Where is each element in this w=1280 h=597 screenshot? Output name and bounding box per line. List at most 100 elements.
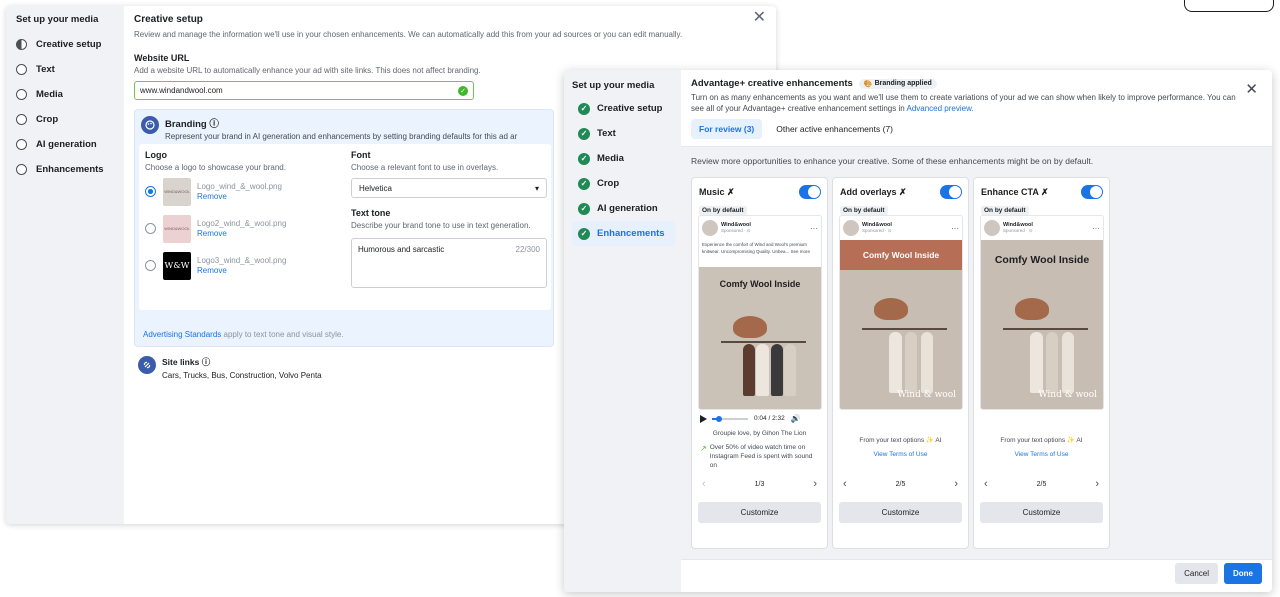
page-indicator: 2/5 [895,480,906,488]
site-links-section: Site links ⓘ Cars, Trucks, Bus, Construc… [138,356,322,380]
progress-slider[interactable] [712,415,748,422]
done-button[interactable]: Done [1224,563,1262,584]
garment [888,331,902,393]
sidebar-item-ai-generation[interactable]: ✓ AI generation [572,196,675,221]
hat-image [733,315,768,338]
playback-time: 0:04 / 2:32 [754,415,785,422]
sparkline-icon: ↗ [700,444,707,453]
site-links-title: Site links [162,357,200,367]
ad-headline: Comfy Wool Inside [719,279,801,289]
sidebar-item-creative-setup[interactable]: Creative setup [16,32,124,57]
site-links-value: Cars, Trucks, Bus, Construction, Volvo P… [162,371,322,380]
info-icon[interactable]: ⓘ [209,119,219,130]
volume-icon[interactable]: 🔊 [791,414,801,423]
chevron-right-icon[interactable]: › [813,478,817,490]
ad-preview: Wind&wool Sponsored · ⊙ ··· Experience th… [698,215,822,410]
enhancement-cards-area: Review more opportunities to enhance you… [681,146,1272,560]
sidebar-item-text[interactable]: ✓ Text [572,121,675,146]
logo-filename: Logo2_wind_&_wool.png [197,219,287,228]
logo-thumbnail: W&W [163,251,191,280]
logo-option[interactable]: WIND&WOOL Logo2_wind_&_wool.png Remove [145,211,286,246]
add-overlays-toggle[interactable] [940,185,962,199]
logo-radio[interactable] [145,260,156,271]
font-select[interactable]: Helvetica ▾ [351,178,547,198]
circle-icon [16,64,27,75]
sidebar-item-label: Text [36,64,55,75]
garment [770,344,783,396]
info-icon[interactable]: ⓘ [202,357,211,367]
font-hint: Choose a relevant font to use in overlay… [351,163,499,172]
advertiser-name: Wind&wool [1003,221,1033,228]
sound-stat-text: Over 50% of video watch time on Instagra… [709,444,813,470]
sidebar-item-label: Crop [597,178,620,189]
text-tone-input[interactable]: Humorous and sarcastic 22/300 [351,238,547,288]
song-credit: Groupie love, by Gihon The Lion [712,430,807,437]
chevron-left-icon[interactable]: ‹ [984,478,988,490]
logo-option[interactable]: WIND&WOOL Logo_wind_&_wool.png Remove [145,174,286,209]
music-card: Music ✗ On by default Wind&wool Sponsored… [691,177,828,549]
close-icon[interactable]: ✕ [753,10,766,26]
dropdown-arrow-icon: ▾ [534,183,539,193]
tab-for-review[interactable]: For review (3) [691,119,763,140]
customize-button[interactable]: Customize [839,502,962,523]
advanced-preview-link[interactable]: Advanced preview. [906,104,973,113]
variation-pager: ‹ 2/5 › [843,478,958,490]
font-section: Font Choose a relevant font to use in ov… [351,150,547,288]
website-url-input[interactable]: www.windandwool.com ✓ [134,81,474,100]
text-options-note: From your text options ✨ AI [859,437,942,444]
chevron-left-icon[interactable]: ‹ [843,478,847,490]
play-icon[interactable] [700,414,707,423]
logo-option[interactable]: W&W Logo3_wind_&_wool.png Remove [145,248,286,283]
more-icon[interactable]: ··· [810,224,818,233]
sound-stat: ↗ Over 50% of video watch time on Instag… [700,443,820,470]
tab-other-active-enhancements[interactable]: Other active enhancements (7) [768,119,901,139]
sponsored-label: Sponsored · ⊙ [1003,228,1033,234]
remove-logo-link[interactable]: Remove [197,266,286,275]
sidebar-item-crop[interactable]: ✓ Crop [572,171,675,196]
sidebar-item-crop[interactable]: Crop [16,107,124,132]
circle-icon [16,139,27,150]
advertiser-name: Wind&wool [862,221,892,228]
close-icon[interactable]: ✕ [1245,80,1258,98]
chevron-left-icon[interactable]: ‹ [702,478,706,490]
clothing-rail [720,341,807,344]
sidebar-item-label: Media [36,89,63,100]
logo-section: Logo Choose a logo to showcase your bran… [145,150,286,283]
view-terms-link[interactable]: View Terms of Use [974,451,1109,458]
logo-radio[interactable] [145,223,156,234]
remove-logo-link[interactable]: Remove [197,192,282,201]
branding-description: Represent your brand in AI generation an… [165,132,518,141]
logo-radio-selected[interactable] [145,186,156,197]
more-icon[interactable]: ··· [1092,224,1100,233]
garment [784,344,797,396]
sidebar-item-creative-setup[interactable]: ✓ Creative setup [572,96,675,121]
logo-thumbnail: WIND&WOOL [163,214,191,243]
chevron-right-icon[interactable]: › [1095,478,1099,490]
sidebar-item-enhancements[interactable]: Enhancements [16,157,124,182]
enhance-cta-toggle[interactable] [1081,185,1103,199]
sidebar-item-ai-generation[interactable]: AI generation [16,132,124,157]
garment [756,344,770,396]
music-toggle[interactable] [799,185,821,199]
advertising-standards-link[interactable]: Advertising Standards [143,330,221,339]
customize-button[interactable]: Customize [698,502,821,523]
customize-button[interactable]: Customize [980,502,1103,523]
add-overlays-card: Add overlays ✗ On by default Wind&wool Sp… [832,177,969,549]
more-icon[interactable]: ··· [951,224,959,233]
branding-footer-text: apply to text tone and visual style. [221,330,344,339]
sidebar-item-text[interactable]: Text [16,57,124,82]
remove-logo-link[interactable]: Remove [197,229,286,238]
sidebar-item-label: Crop [36,114,59,125]
sidebar-title: Set up your media [572,80,655,91]
sidebar-item-media[interactable]: ✓ Media [572,146,675,171]
front-sidebar: Set up your media ✓ Creative setup ✓ Text … [564,70,681,592]
view-terms-link[interactable]: View Terms of Use [833,451,968,458]
link-icon [138,356,156,374]
ad-preview: Wind&wool Sponsored · ⊙ ··· Comfy Wool In… [980,215,1104,410]
badge-label: Branding applied [874,80,932,87]
chevron-right-icon[interactable]: › [954,478,958,490]
sidebar-item-media[interactable]: Media [16,82,124,107]
sidebar-item-enhancements[interactable]: ✓ Enhancements [572,221,675,246]
clothing-rail [861,328,948,331]
cancel-button[interactable]: Cancel [1175,563,1218,584]
